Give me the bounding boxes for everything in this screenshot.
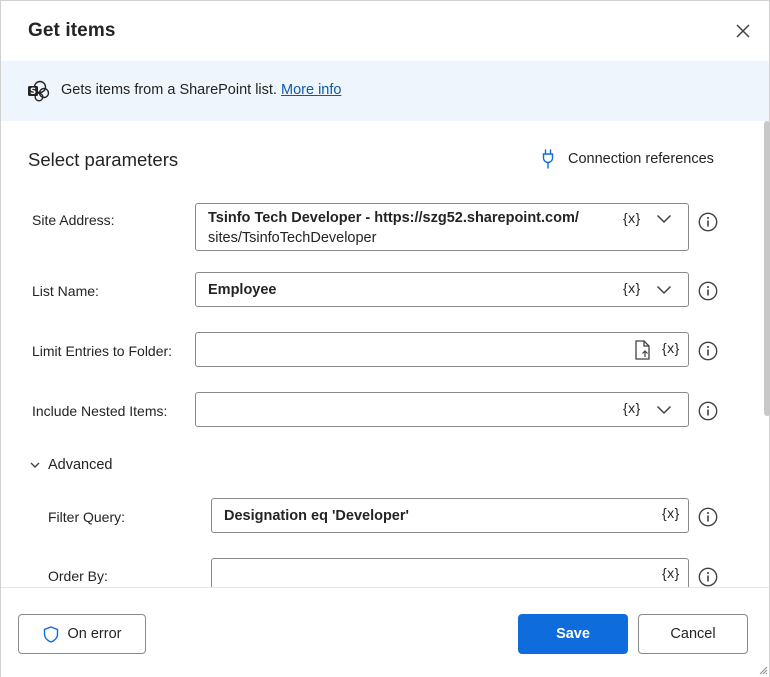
filter-query-field[interactable]: Designation eq 'Developer' {x} bbox=[211, 498, 689, 533]
advanced-label: Advanced bbox=[48, 457, 113, 473]
more-info-link[interactable]: More info bbox=[281, 82, 341, 98]
site-address-value-line2: sites/TsinfoTechDeveloper bbox=[208, 230, 377, 246]
vertical-scrollbar[interactable] bbox=[761, 121, 770, 587]
nested-items-info-icon[interactable] bbox=[698, 401, 718, 421]
get-items-dialog: Get items S Gets items from a SharePoint… bbox=[0, 0, 770, 677]
plug-icon bbox=[542, 149, 554, 169]
close-icon bbox=[736, 24, 750, 38]
svg-text:S: S bbox=[30, 87, 36, 97]
filter-query-value: Designation eq 'Developer' bbox=[224, 508, 409, 524]
banner-description: Gets items from a SharePoint list. bbox=[61, 82, 277, 98]
list-name-field[interactable]: Employee {x} bbox=[195, 272, 689, 307]
connection-references-label: Connection references bbox=[568, 151, 714, 167]
list-name-info-icon[interactable] bbox=[698, 281, 718, 301]
filter-query-label: Filter Query: bbox=[48, 509, 126, 525]
site-address-info-icon[interactable] bbox=[698, 212, 718, 232]
order-by-variable-button[interactable]: {x} bbox=[662, 565, 680, 581]
chevron-down-icon[interactable] bbox=[656, 214, 672, 224]
limit-folder-info-icon[interactable] bbox=[698, 341, 718, 361]
list-name-value: Employee bbox=[208, 282, 277, 298]
on-error-button[interactable]: On error bbox=[18, 614, 146, 654]
banner-text-row: Gets items from a SharePoint list. More … bbox=[61, 82, 341, 98]
scrollbar-thumb[interactable] bbox=[764, 121, 770, 416]
nested-items-variable-button[interactable]: {x} bbox=[623, 400, 641, 416]
dialog-header: Get items bbox=[1, 1, 769, 61]
sharepoint-icon: S bbox=[28, 80, 50, 102]
chevron-down-icon bbox=[30, 462, 40, 468]
order-by-info-icon[interactable] bbox=[698, 567, 718, 587]
limit-folder-label: Limit Entries to Folder: bbox=[32, 343, 173, 359]
limit-folder-variable-button[interactable]: {x} bbox=[662, 340, 680, 356]
site-address-value-line1: Tsinfo Tech Developer - https://szg52.sh… bbox=[208, 210, 579, 226]
chevron-down-icon[interactable] bbox=[656, 405, 672, 415]
order-by-field[interactable]: {x} bbox=[211, 558, 689, 587]
filter-query-variable-button[interactable]: {x} bbox=[662, 505, 680, 521]
site-address-variable-button[interactable]: {x} bbox=[623, 210, 641, 226]
site-address-field[interactable]: Tsinfo Tech Developer - https://szg52.sh… bbox=[195, 203, 689, 251]
list-name-label: List Name: bbox=[32, 283, 99, 299]
close-button[interactable] bbox=[731, 19, 755, 43]
parameters-panel[interactable]: Select parameters Connection references … bbox=[1, 121, 761, 587]
filter-query-info-icon[interactable] bbox=[698, 507, 718, 527]
connection-references-button[interactable]: Connection references bbox=[542, 149, 714, 169]
cancel-button[interactable]: Cancel bbox=[638, 614, 748, 654]
section-title: Select parameters bbox=[28, 149, 179, 170]
shield-icon bbox=[43, 625, 58, 643]
file-browse-icon[interactable] bbox=[634, 340, 652, 360]
order-by-label: Order By: bbox=[48, 568, 108, 584]
nested-items-label: Include Nested Items: bbox=[32, 403, 168, 419]
chevron-down-icon[interactable] bbox=[656, 285, 672, 295]
on-error-label: On error bbox=[67, 626, 122, 642]
nested-items-field[interactable]: {x} bbox=[195, 392, 689, 427]
advanced-toggle[interactable]: Advanced bbox=[30, 457, 113, 473]
resize-grip-icon[interactable] bbox=[758, 665, 768, 675]
limit-folder-field[interactable]: {x} bbox=[195, 332, 689, 367]
dialog-title: Get items bbox=[28, 20, 116, 41]
save-button[interactable]: Save bbox=[518, 614, 628, 654]
list-name-variable-button[interactable]: {x} bbox=[623, 280, 641, 296]
info-banner: S Gets items from a SharePoint list. Mor… bbox=[1, 61, 769, 121]
site-address-label: Site Address: bbox=[32, 212, 115, 228]
dialog-footer: On error Save Cancel bbox=[1, 587, 769, 677]
